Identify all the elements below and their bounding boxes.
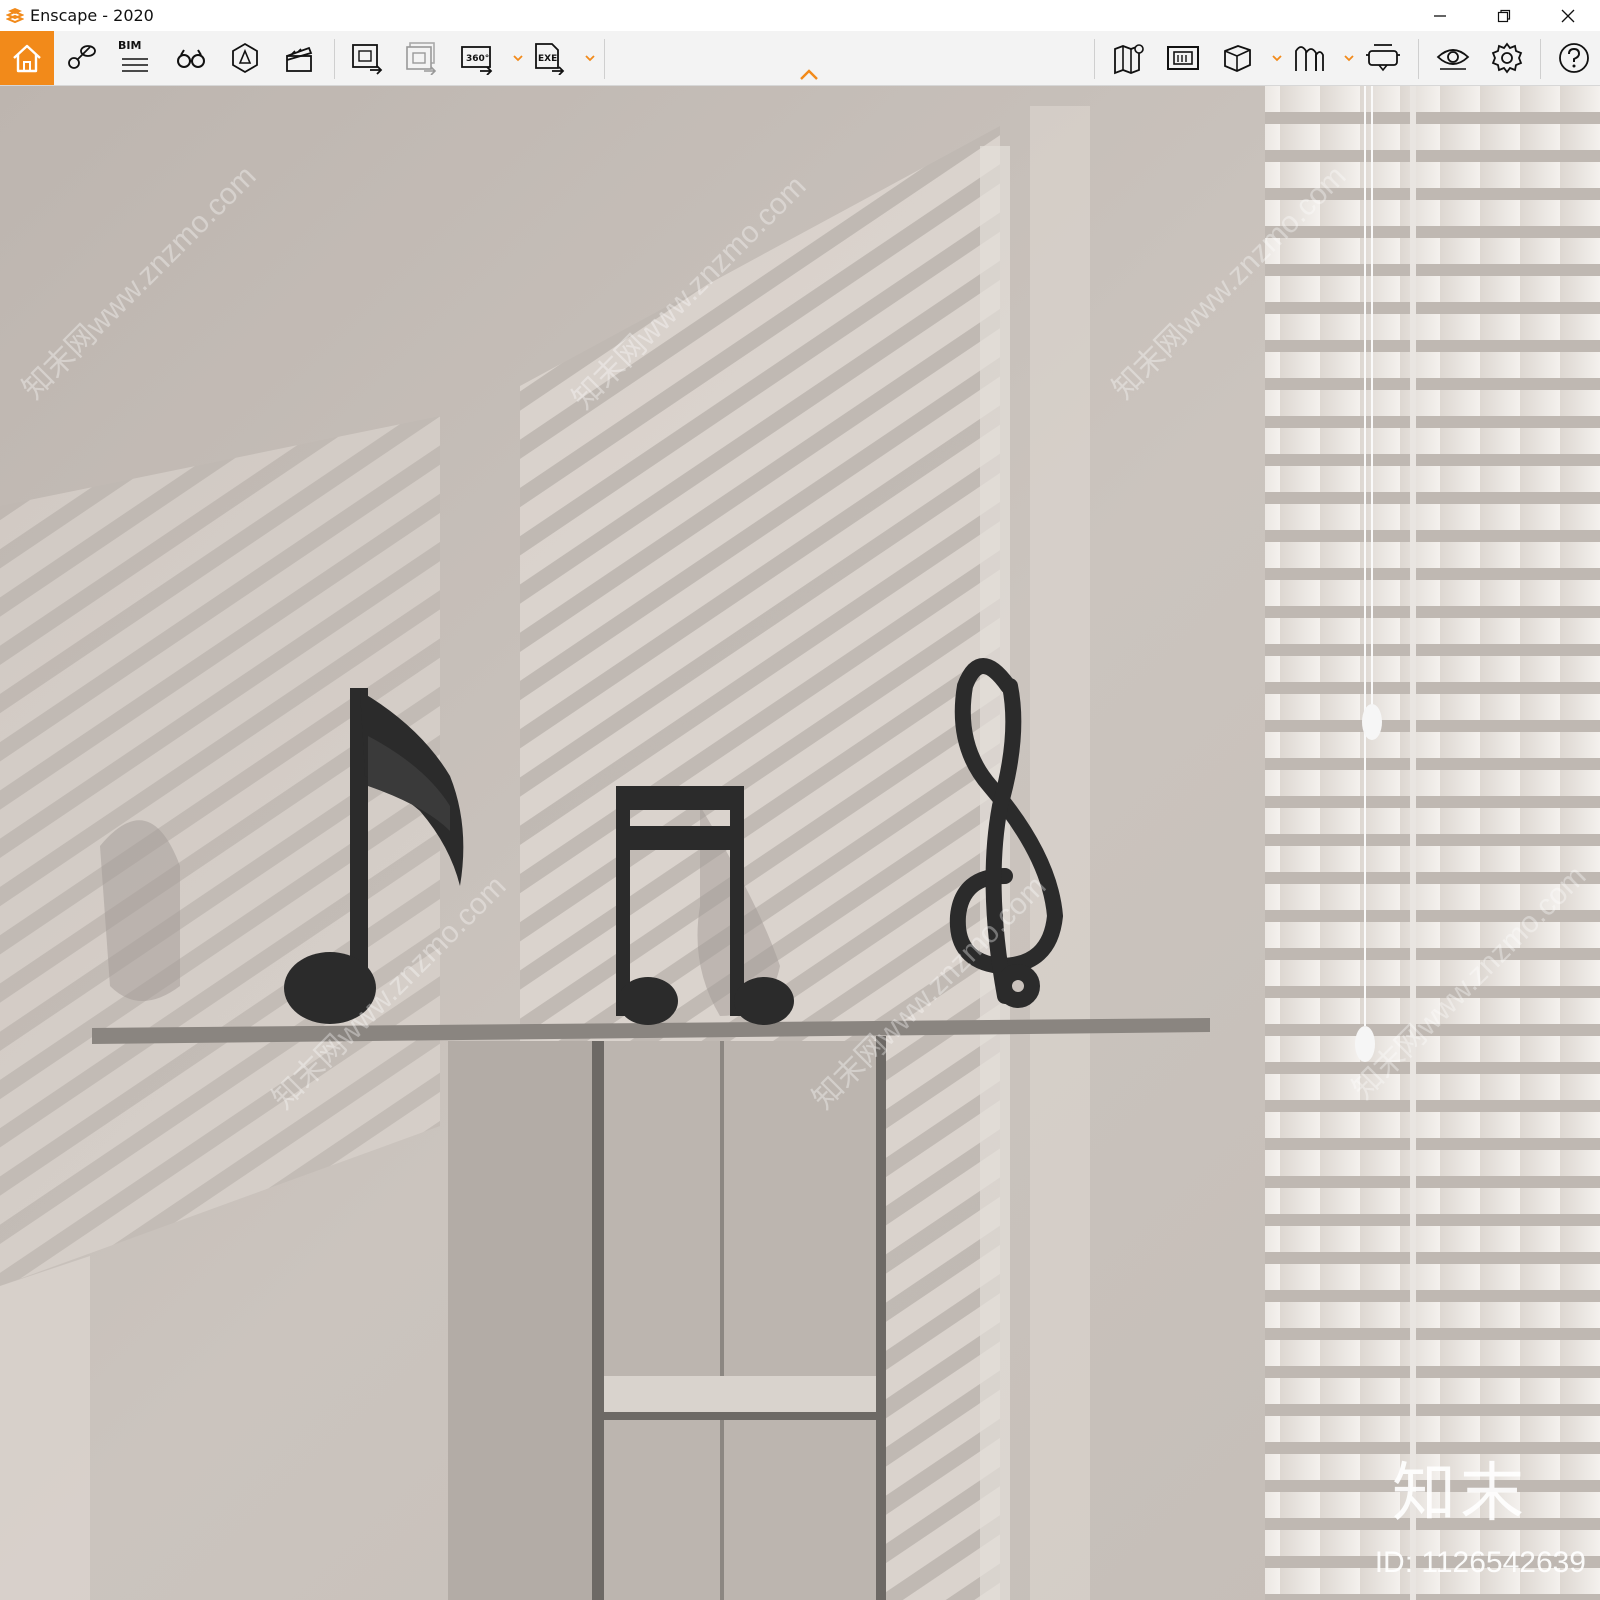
bim-info-button[interactable]: BIM — [114, 37, 156, 79]
toolbar-separator — [604, 39, 605, 79]
restore-icon — [1497, 9, 1511, 22]
views-button[interactable] — [60, 37, 102, 79]
panorama-dropdown-toggle[interactable] — [512, 49, 524, 67]
export-exe-button[interactable]: EXE — [528, 37, 570, 79]
title-bar: Enscape - 2020 — [0, 0, 1600, 31]
export-exe-icon: EXE — [535, 43, 565, 75]
view-box-button[interactable] — [1216, 37, 1258, 79]
material-dropdown-toggle[interactable] — [1343, 49, 1355, 67]
toolbar-separator — [1540, 39, 1541, 79]
watermark-id: ID: 1126542639 — [1374, 1546, 1586, 1579]
map-button[interactable] — [1108, 37, 1150, 79]
view-box-dropdown-toggle[interactable] — [1271, 49, 1283, 67]
panorama-360-icon: 360° — [461, 46, 493, 75]
batch-render-icon — [406, 42, 437, 75]
eye-icon — [1436, 49, 1470, 70]
clapperboard-icon — [286, 46, 313, 72]
chevron-down-icon — [513, 55, 523, 62]
asset-library-button[interactable] — [224, 37, 266, 79]
watermark-logo: 知末 — [1392, 1457, 1528, 1531]
toolbar: BIM 360° EXE — [0, 31, 1600, 86]
settings-button[interactable] — [1486, 37, 1528, 79]
material-icon — [1295, 46, 1324, 71]
restore-button[interactable] — [1472, 0, 1536, 31]
toolbar-separator — [334, 39, 335, 79]
binoculars-icon — [177, 49, 205, 68]
batch-render-button[interactable] — [400, 37, 442, 79]
close-button[interactable] — [1536, 0, 1600, 31]
walk-mode-button[interactable] — [170, 37, 212, 79]
rendered-scene — [0, 86, 1600, 1600]
chevron-down-icon — [585, 55, 595, 62]
help-icon — [1559, 43, 1589, 73]
toolbar-separator — [1094, 39, 1095, 79]
minimize-icon — [1434, 14, 1446, 17]
upload-icon — [1167, 46, 1199, 70]
chevron-down-icon — [1272, 55, 1282, 62]
home-icon — [13, 44, 41, 73]
close-icon — [1561, 9, 1575, 22]
render-viewport[interactable]: 知末网www.znzmo.com 知末网www.znzmo.com 知末网www… — [0, 86, 1600, 1600]
vr-headset-icon — [1366, 44, 1400, 72]
pin-icon — [68, 45, 96, 69]
asset-icon — [232, 42, 258, 74]
video-editor-button[interactable] — [278, 37, 320, 79]
svg-text:360°: 360° — [466, 54, 489, 64]
window-title: Enscape - 2020 — [30, 6, 154, 25]
panorama-button[interactable]: 360° — [456, 37, 498, 79]
render-image-button[interactable] — [346, 37, 388, 79]
collapse-toolbar-icon[interactable] — [797, 67, 821, 83]
window-controls — [1408, 0, 1600, 31]
material-editor-button[interactable] — [1288, 37, 1330, 79]
svg-text:EXE: EXE — [538, 54, 557, 64]
upload-button[interactable] — [1162, 37, 1204, 79]
home-button[interactable] — [0, 31, 54, 85]
chevron-down-icon — [1344, 55, 1354, 62]
map-icon — [1114, 44, 1144, 75]
cube-icon — [1224, 45, 1251, 72]
enscape-logo-icon — [6, 7, 24, 23]
toolbar-separator — [1418, 39, 1419, 79]
gear-icon — [1491, 42, 1523, 74]
bim-label: BIM — [118, 39, 142, 52]
render-image-icon — [352, 44, 383, 75]
export-dropdown-toggle[interactable] — [584, 49, 596, 67]
vr-button[interactable] — [1362, 37, 1404, 79]
help-button[interactable] — [1553, 37, 1595, 79]
visual-settings-button[interactable] — [1432, 37, 1474, 79]
minimize-button[interactable] — [1408, 0, 1472, 31]
